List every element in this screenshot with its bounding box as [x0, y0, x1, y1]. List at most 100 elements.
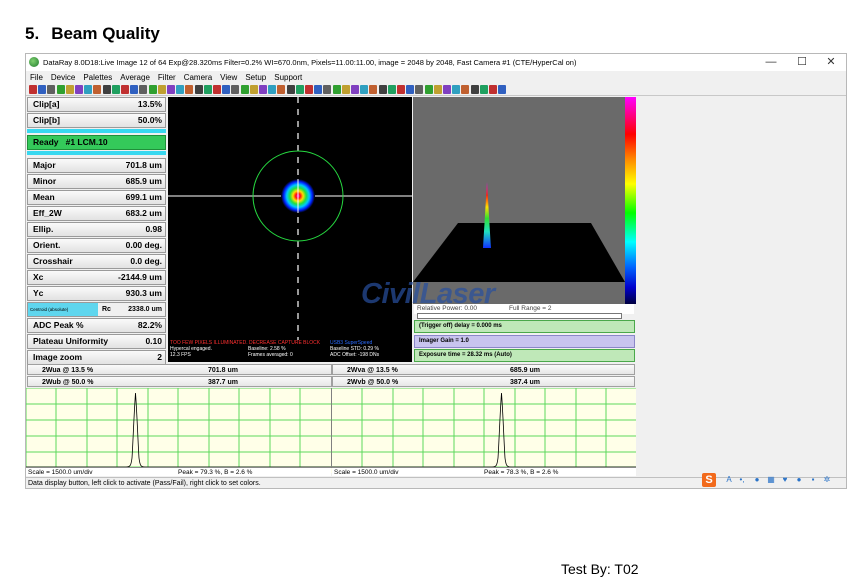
- toolbar-button-icon[interactable]: [194, 85, 203, 94]
- toolbar-button-icon[interactable]: [360, 85, 369, 94]
- eff-2w-row[interactable]: Eff_2W 683.2 um: [27, 206, 166, 221]
- toolbar-button-icon[interactable]: [323, 85, 332, 94]
- mean-row[interactable]: Mean 699.1 um: [27, 190, 166, 205]
- plateau-row[interactable]: Plateau Uniformity 0.10: [27, 334, 166, 349]
- crosshair-row[interactable]: Crosshair 0.0 deg.: [27, 254, 166, 269]
- toolbar-button-icon[interactable]: [240, 85, 249, 94]
- trigger-delay-control[interactable]: (Trigger off) delay = 0.000 ms: [414, 320, 635, 333]
- toolbar-button-icon[interactable]: [249, 85, 258, 94]
- minor-row[interactable]: Minor 685.9 um: [27, 174, 166, 189]
- adc-peak-row[interactable]: ADC Peak % 82.2%: [27, 318, 166, 333]
- toolbar-button-icon[interactable]: [397, 85, 405, 94]
- toolbar-button-icon[interactable]: [38, 85, 47, 94]
- ime-settings-icon[interactable]: ✲: [822, 475, 832, 485]
- toolbar-button-icon[interactable]: [443, 85, 451, 94]
- close-button[interactable]: ✕: [816, 54, 846, 71]
- toolbar-button-icon[interactable]: [176, 85, 185, 94]
- toolbar-button-icon[interactable]: [387, 85, 396, 94]
- toolbar-button-icon[interactable]: [378, 85, 387, 94]
- toolbar-button-icon[interactable]: [424, 85, 433, 94]
- maximize-button[interactable]: ☐: [787, 54, 817, 71]
- toolbar-button-icon[interactable]: [130, 85, 139, 94]
- toolbar-button-icon[interactable]: [65, 85, 74, 94]
- ime-punctuation-icon[interactable]: •,: [737, 475, 747, 485]
- ime-language-icon[interactable]: A: [724, 475, 734, 485]
- ime-keyboard-icon[interactable]: ▦: [766, 475, 776, 485]
- toolbar-button-icon[interactable]: [498, 85, 507, 94]
- toolbar-button-icon[interactable]: [369, 85, 378, 94]
- menu-average[interactable]: Average: [116, 71, 154, 84]
- sogou-ime-icon[interactable]: S: [702, 473, 716, 487]
- toolbar-button-icon[interactable]: [452, 85, 461, 94]
- toolbar-button-icon[interactable]: [167, 85, 175, 94]
- clip-b-row[interactable]: Clip[b] 50.0%: [27, 113, 166, 128]
- toolbar-button-icon[interactable]: [406, 85, 415, 94]
- menu-file[interactable]: File: [26, 71, 47, 84]
- orient-row[interactable]: Orient. 0.00 deg.: [27, 238, 166, 253]
- toolbar-button-icon[interactable]: [139, 85, 148, 94]
- imager-gain-control[interactable]: Imager Gain = 1.0: [414, 335, 635, 348]
- toolbar-button-icon[interactable]: [479, 85, 488, 94]
- toolbar-button-icon[interactable]: [341, 85, 350, 94]
- toolbar-button-icon[interactable]: [75, 85, 83, 94]
- toolbar-button-icon[interactable]: [121, 85, 129, 94]
- wvb-row[interactable]: 2Wvb @ 50.0 % 387.4 um: [332, 376, 635, 387]
- beam-image-2d[interactable]: [168, 97, 412, 359]
- toolbar-button-icon[interactable]: [351, 85, 359, 94]
- minimize-button[interactable]: —: [756, 54, 786, 71]
- toolbar-button-icon[interactable]: [102, 85, 111, 94]
- wua-row[interactable]: 2Wua @ 13.5 % 701.8 um: [27, 364, 332, 375]
- toolbar-button-icon[interactable]: [185, 85, 194, 94]
- toolbar-button-icon[interactable]: [29, 85, 37, 94]
- toolbar-button-icon[interactable]: [111, 85, 120, 94]
- toolbar-button-icon[interactable]: [277, 85, 286, 94]
- toolbar-button-icon[interactable]: [470, 85, 479, 94]
- toolbar-button-icon[interactable]: [286, 85, 295, 94]
- wva-row[interactable]: 2Wva @ 13.5 % 685.9 um: [332, 364, 635, 375]
- major-row[interactable]: Major 701.8 um: [27, 158, 166, 173]
- toolbar-button-icon[interactable]: [231, 85, 240, 94]
- toolbar-button-icon[interactable]: [415, 85, 424, 94]
- toolbar-button-icon[interactable]: [47, 85, 56, 94]
- yc-row[interactable]: Yc 930.3 um: [27, 286, 166, 301]
- toolbar-button-icon[interactable]: [56, 85, 65, 94]
- menu-setup[interactable]: Setup: [241, 71, 270, 84]
- toolbar-button-icon[interactable]: [93, 85, 102, 94]
- ime-user-icon[interactable]: ●: [794, 475, 804, 485]
- centroid-absolute-button[interactable]: Centroid (absolute): [28, 303, 98, 316]
- toolbar-button-icon[interactable]: [148, 85, 157, 94]
- exposure-time-control[interactable]: Exposure time = 28.32 ms (Auto): [414, 349, 635, 362]
- palette-color-bar[interactable]: [625, 97, 636, 304]
- menu-palettes[interactable]: Palettes: [79, 71, 116, 84]
- menu-view[interactable]: View: [216, 71, 241, 84]
- beam-3d-view[interactable]: [413, 97, 625, 304]
- toolbar-button-icon[interactable]: [332, 85, 341, 94]
- toolbar-button-icon[interactable]: [305, 85, 313, 94]
- toolbar-button-icon[interactable]: [259, 85, 267, 94]
- menu-camera[interactable]: Camera: [180, 71, 216, 84]
- toolbar-button-icon[interactable]: [213, 85, 221, 94]
- toolbar-button-icon[interactable]: [222, 85, 231, 94]
- toolbar-button-icon[interactable]: [295, 85, 304, 94]
- ready-status-button[interactable]: Ready #1 LCM.10: [27, 135, 166, 150]
- ime-apps-icon[interactable]: ▪: [808, 475, 818, 485]
- clip-a-row[interactable]: Clip[a] 13.5%: [27, 97, 166, 112]
- menu-device[interactable]: Device: [47, 71, 79, 84]
- toolbar-button-icon[interactable]: [203, 85, 212, 94]
- toolbar-button-icon[interactable]: [157, 85, 166, 94]
- ellip-row[interactable]: Ellip. 0.98: [27, 222, 166, 237]
- ime-voice-icon[interactable]: ●: [752, 475, 762, 485]
- ime-skin-icon[interactable]: ♥: [780, 475, 790, 485]
- toolbar-button-icon[interactable]: [84, 85, 93, 94]
- xc-row[interactable]: Xc -2144.9 um: [27, 270, 166, 285]
- image-zoom-row[interactable]: Image zoom 2: [27, 350, 166, 365]
- toolbar-button-icon[interactable]: [461, 85, 470, 94]
- menu-support[interactable]: Support: [270, 71, 306, 84]
- toolbar-button-icon[interactable]: [489, 85, 497, 94]
- toolbar-button-icon[interactable]: [314, 85, 323, 94]
- menu-filter[interactable]: Filter: [154, 71, 180, 84]
- toolbar-button-icon[interactable]: [268, 85, 277, 94]
- toolbar-button-icon[interactable]: [433, 85, 442, 94]
- rc-row[interactable]: Centroid (absolute) Rc 2338.0 um: [27, 302, 166, 317]
- wub-row[interactable]: 2Wub @ 50.0 % 387.7 um: [27, 376, 332, 387]
